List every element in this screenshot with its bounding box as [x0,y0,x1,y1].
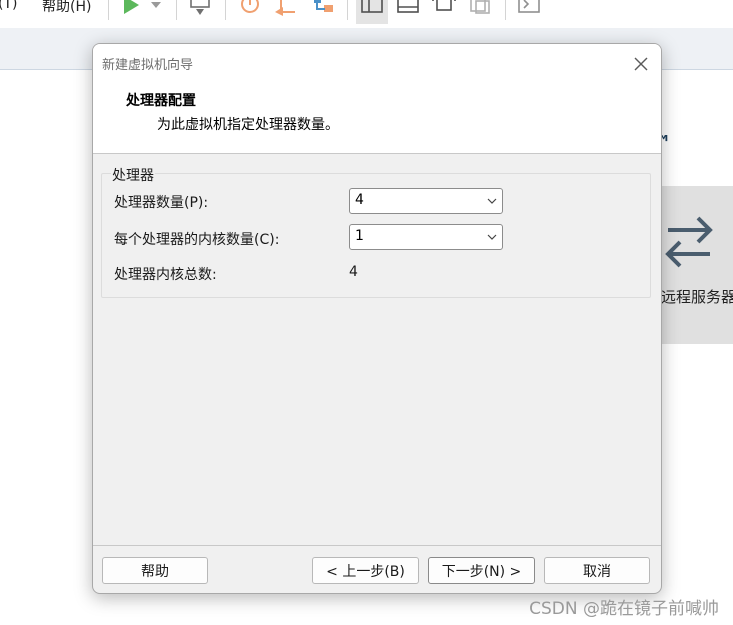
dialog-title: 新建虚拟机向导 [102,58,194,73]
new-vm-wizard-dialog: 新建虚拟机向导 处理器配置 为此虚拟机指定处理器数量。 处理器 处理器数量(P)… [92,43,662,594]
full-screen-icon[interactable] [432,0,456,16]
total-cores-label: 处理器内核总数: [114,267,217,283]
wizard-header: 新建虚拟机向导 处理器配置 为此虚拟机指定处理器数量。 [93,44,661,154]
close-icon[interactable] [630,53,652,75]
processor-group: 处理器 处理器数量(P): 4 每个处理器的内核数量(C): 1 处理器内核总数… [101,165,651,298]
app-toolbar: (T) 帮助(H) [0,0,733,28]
snapshot-manager-icon[interactable] [311,0,335,16]
next-button[interactable]: 下一步(N) > [428,557,535,584]
processor-count-value: 4 [355,192,364,208]
chevron-down-icon[interactable] [150,0,162,14]
cores-per-processor-select[interactable]: 1 [349,224,503,250]
remote-server-label: 远程服务器 [661,288,733,306]
toolbar-separator [176,0,177,20]
menu-help[interactable]: 帮助(H) [42,0,91,16]
toolbar-separator [108,0,109,20]
processor-group-title: 处理器 [111,165,155,185]
show-library-icon[interactable] [361,0,383,16]
toolbar-separator [347,0,348,20]
help-button[interactable]: 帮助 [102,557,208,584]
page-heading: 处理器配置 [126,93,196,109]
page-description: 为此虚拟机指定处理器数量。 [157,117,339,133]
back-button[interactable]: < 上一步(B) [312,557,419,584]
snapshot-icon[interactable] [238,0,262,16]
menu-tools[interactable]: (T) [0,0,17,12]
show-thumbnail-icon[interactable] [397,0,419,16]
total-cores-value: 4 [349,264,358,280]
console-view-icon[interactable] [518,0,542,16]
cores-per-processor-value: 1 [355,228,364,244]
cancel-button[interactable]: 取消 [544,557,650,584]
chevron-down-icon [487,198,497,204]
connect-remote-server-card[interactable] [657,186,733,344]
revert-snapshot-icon[interactable] [275,0,299,16]
chevron-down-icon [487,234,497,240]
cores-per-processor-label: 每个处理器的内核数量(C): [114,232,280,248]
send-keys-icon[interactable] [189,0,213,16]
toolbar-separator [225,0,226,20]
button-bar-divider [93,545,661,546]
swap-arrows-icon [665,216,713,268]
processor-count-select[interactable]: 4 [349,188,503,214]
processor-count-label: 处理器数量(P): [114,195,209,211]
watermark-text: CSDN @跪在镜子前喊帅 [529,599,719,619]
unity-icon[interactable] [468,0,492,16]
power-on-icon[interactable] [122,0,140,14]
toolbar-separator [505,0,506,20]
